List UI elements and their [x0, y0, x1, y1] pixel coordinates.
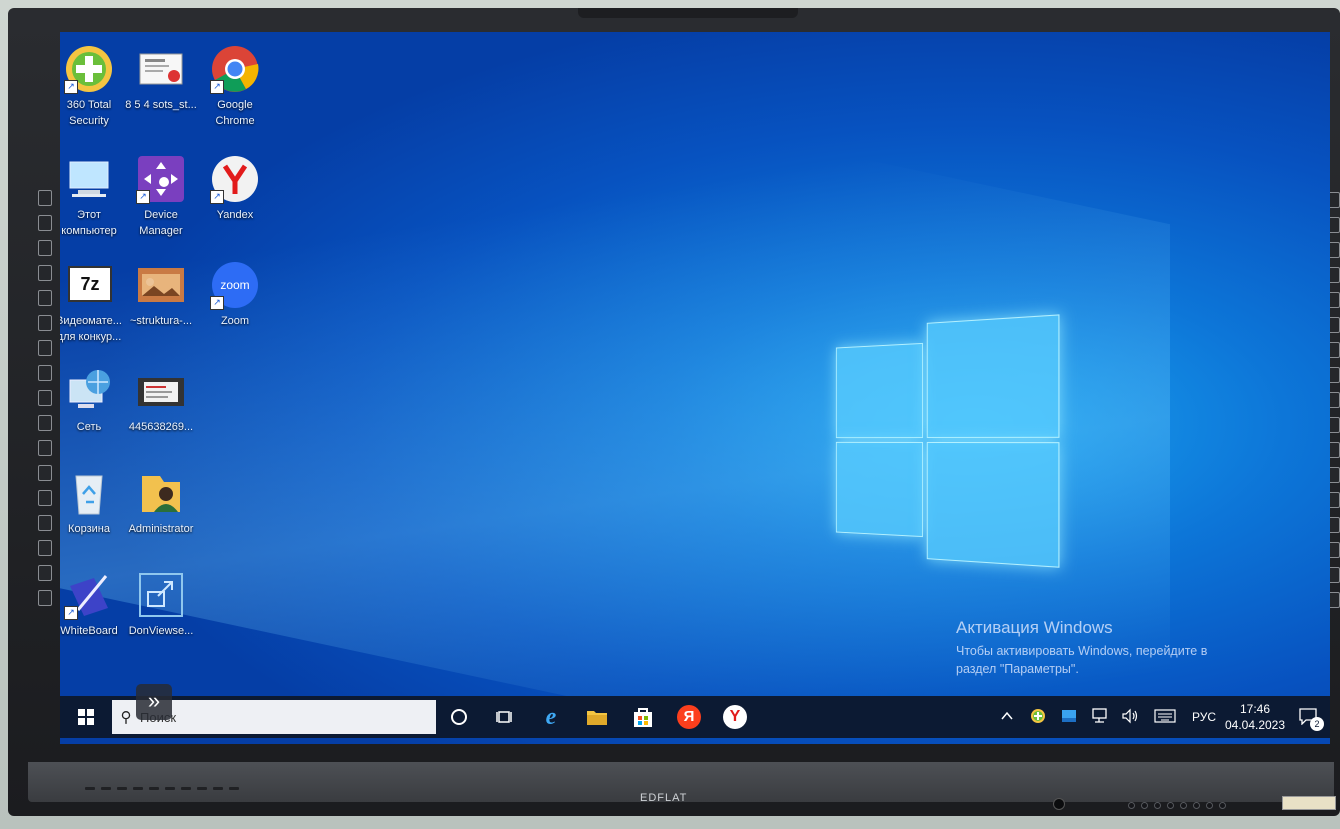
tray-volume-button[interactable]	[1115, 708, 1146, 727]
device-manager-icon: ↗	[136, 154, 186, 204]
monitor-power-button[interactable]	[1053, 798, 1065, 810]
desktop-icon-network[interactable]: Сеть	[60, 366, 126, 435]
icon-label: 360 Total Security	[66, 99, 112, 127]
activation-line-2: раздел "Параметры".	[956, 662, 1079, 676]
action-center-button[interactable]: 2	[1286, 707, 1330, 731]
double-chevron-right-icon: »	[147, 688, 161, 713]
this-pc-icon	[64, 154, 114, 204]
icon-label: Yandex	[216, 209, 254, 221]
chrome-icon: ↗	[210, 44, 260, 94]
yandex-icon: Я	[677, 705, 701, 729]
internet-explorer-icon: e	[545, 703, 557, 730]
icon-label: Administrator	[128, 523, 194, 535]
whiteboard-icon: ↗	[64, 570, 114, 620]
clock-date: 04.04.2023	[1224, 718, 1286, 732]
monitor-camera	[578, 8, 798, 18]
notification-count-badge: 2	[1310, 716, 1324, 731]
yandex-button[interactable]: Я	[666, 696, 712, 738]
tray-network-button[interactable]	[1084, 707, 1115, 727]
image-icon	[136, 260, 186, 310]
user-folder-icon	[136, 468, 186, 518]
store-icon	[634, 708, 652, 727]
7zip-icon: 7z	[64, 260, 114, 310]
icon-label: ~struktura-...	[129, 315, 193, 327]
desktop-icon-document[interactable]: 8 5 4 sots_st...	[124, 44, 198, 113]
monitor-front-buttons	[85, 787, 239, 790]
desktop-icon-this-pc[interactable]: Этот компьютер	[60, 154, 126, 239]
yandex-browser-button[interactable]: Y	[712, 696, 758, 738]
desktop-icon-video-file[interactable]: 445638269...	[124, 366, 198, 435]
desktop-icon-7zip-archive[interactable]: 7z Видеоматe... для конкур...	[60, 260, 126, 345]
desktop-icon-donviewse[interactable]: DonViewse...	[124, 570, 198, 639]
360-total-security-icon	[1030, 708, 1045, 723]
yandex-browser-icon: ↗	[210, 154, 260, 204]
desktop-icon-device-manager[interactable]: ↗ Device Manager	[124, 154, 198, 239]
touch-keyboard-icon	[1154, 708, 1176, 723]
clock-button[interactable]: 17:46 04.04.2023	[1224, 701, 1286, 733]
icon-label: WhiteBoard	[60, 625, 118, 637]
icon-label: Google Chrome	[215, 99, 255, 127]
zoom-icon: zoom ↗	[210, 260, 260, 310]
recycle-bin-icon	[64, 468, 114, 518]
icon-label: Видеоматe... для конкур...	[60, 315, 122, 343]
desktop-icon-whiteboard[interactable]: ↗ WhiteBoard	[60, 570, 126, 639]
icon-label: 445638269...	[128, 421, 194, 433]
icon-label: DonViewse...	[128, 625, 194, 637]
taskbar: ⚲ Поиск e Я Y	[60, 696, 1330, 738]
yandex-browser-icon: Y	[723, 705, 747, 729]
icon-label: Сеть	[76, 421, 102, 433]
network-icon	[64, 366, 114, 416]
activation-line-1: Чтобы активировать Windows, перейдите в	[956, 644, 1208, 658]
task-view-button[interactable]	[482, 696, 528, 738]
internet-explorer-button[interactable]: e	[528, 696, 574, 738]
monitor-side-buttons-left	[38, 190, 52, 606]
volume-icon	[1121, 708, 1137, 723]
icon-label: Zoom	[220, 315, 250, 327]
network-status-icon	[1091, 707, 1107, 723]
file-explorer-button[interactable]	[574, 696, 620, 738]
icon-label: Этот компьютер	[61, 209, 117, 237]
chevron-up-icon	[1000, 711, 1013, 720]
input-language-button[interactable]: РУС	[1184, 710, 1224, 724]
desktop-screen: ↗ 360 Total Security 8 5 4 sots_st... ↗ …	[60, 32, 1330, 744]
show-hidden-icons-button[interactable]	[991, 710, 1022, 724]
monitor-control-buttons	[1128, 802, 1226, 809]
video-file-icon	[136, 366, 186, 416]
windows-activation-watermark: Активация Windows Чтобы активировать Win…	[956, 618, 1207, 678]
document-icon	[136, 44, 186, 94]
cortana-button[interactable]	[436, 696, 482, 738]
tray-app-button[interactable]	[1053, 708, 1084, 727]
monitor-brand-label: EDFLAT	[640, 792, 688, 804]
app-tray-icon	[1061, 709, 1076, 722]
icon-label: Корзина	[68, 523, 110, 535]
desktop-icon-struktura[interactable]: ~struktura-...	[124, 260, 198, 329]
windows-logo-wallpaper	[835, 314, 1060, 568]
cortana-icon	[451, 709, 467, 725]
icon-label: 8 5 4 sots_st...	[125, 99, 197, 111]
desktop-icon-360-total-security[interactable]: ↗ 360 Total Security	[60, 44, 126, 129]
monitor-sticker	[1282, 796, 1336, 810]
desktop-icon-recycle-bin[interactable]: Корзина	[60, 468, 126, 537]
task-view-icon	[496, 711, 512, 723]
desktop-icon-google-chrome[interactable]: ↗ Google Chrome	[198, 44, 272, 129]
windows-start-icon	[78, 709, 94, 725]
desktop-icon-administrator[interactable]: Administrator	[124, 468, 198, 537]
screen-share-icon	[136, 570, 186, 620]
system-tray: РУС 17:46 04.04.2023 2	[991, 696, 1330, 738]
tray-360-security-button[interactable]	[1022, 708, 1053, 727]
icon-label: Device Manager	[139, 209, 183, 237]
clock-time: 17:46	[1239, 702, 1271, 716]
file-explorer-icon	[587, 711, 607, 725]
tray-keyboard-button[interactable]	[1146, 708, 1184, 726]
start-button[interactable]	[60, 696, 112, 738]
activation-title: Активация Windows	[956, 618, 1113, 637]
desktop-icon-zoom[interactable]: zoom ↗ Zoom	[198, 260, 272, 329]
store-button[interactable]	[620, 696, 666, 738]
floating-toolbar-button[interactable]: »	[136, 684, 172, 720]
360-total-security-icon: ↗	[64, 44, 114, 94]
desktop-icon-yandex[interactable]: ↗ Yandex	[198, 154, 272, 223]
